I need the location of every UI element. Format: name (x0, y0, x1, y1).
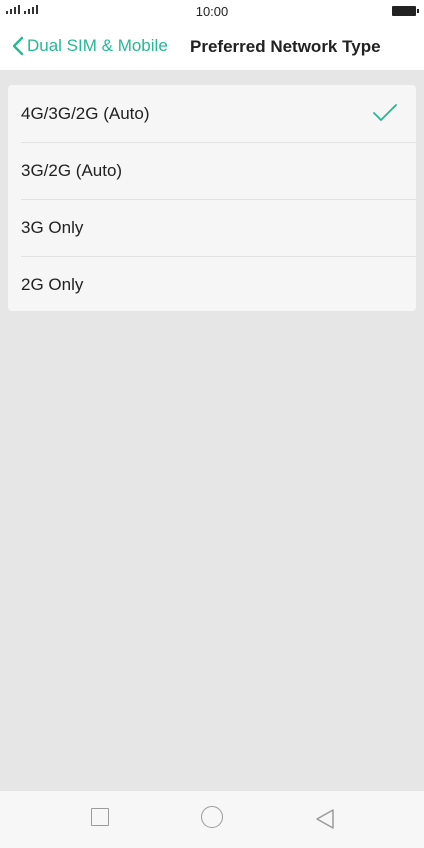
recents-icon[interactable] (91, 808, 109, 826)
option-3g-only[interactable]: 3G Only (8, 199, 416, 256)
navigation-bar (0, 790, 424, 848)
network-type-list: 4G/3G/2G (Auto) 3G/2G (Auto) 3G Only 2G … (8, 85, 416, 311)
back-button[interactable]: Dual SIM & Mobile (12, 36, 168, 56)
back-icon[interactable] (315, 808, 335, 830)
back-button-label: Dual SIM & Mobile (27, 36, 168, 55)
option-label: 3G Only (21, 217, 84, 237)
status-bar: 10:00 (0, 0, 424, 24)
home-icon[interactable] (201, 806, 223, 828)
option-3g-2g-auto[interactable]: 3G/2G (Auto) (8, 142, 416, 199)
chevron-left-icon (12, 36, 24, 56)
check-icon (373, 104, 397, 121)
option-label: 3G/2G (Auto) (21, 160, 123, 180)
battery-icon (392, 6, 419, 16)
option-label: 2G Only (21, 274, 84, 294)
option-2g-only[interactable]: 2G Only (8, 256, 416, 311)
page-title: Preferred Network Type (190, 37, 381, 56)
screen: 10:00 Dual SIM & Mobile Preferred Networ… (0, 0, 424, 848)
status-time: 10:00 (195, 4, 229, 19)
option-4g-3g-2g-auto[interactable]: 4G/3G/2G (Auto) (8, 85, 416, 142)
header: Dual SIM & Mobile Preferred Network Type (0, 24, 424, 70)
option-label: 4G/3G/2G (Auto) (21, 103, 150, 123)
